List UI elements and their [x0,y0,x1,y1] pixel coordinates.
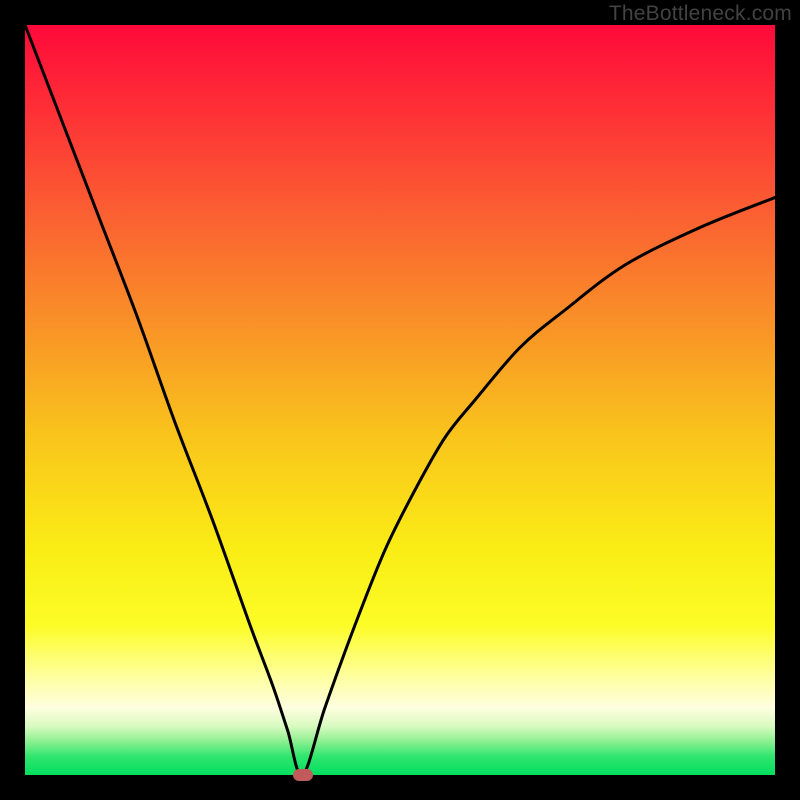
chart-frame [25,25,775,775]
chart-svg [25,25,775,775]
gradient-rect [25,25,775,775]
attribution-text: TheBottleneck.com [609,2,792,26]
plot-area [25,25,775,775]
optimal-marker [293,769,313,781]
